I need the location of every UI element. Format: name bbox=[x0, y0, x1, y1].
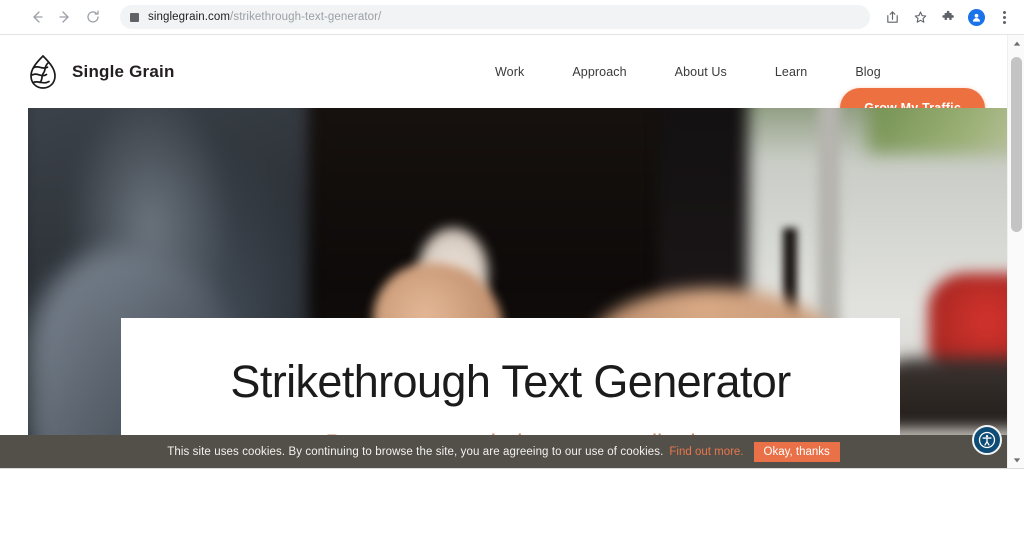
url-host: singlegrain.com bbox=[148, 11, 231, 23]
nav-item-about-us[interactable]: About Us bbox=[675, 59, 727, 85]
nav-item-work[interactable]: Work bbox=[495, 59, 524, 85]
reload-icon[interactable] bbox=[80, 4, 106, 30]
browser-window: singlegrain.com/strikethrough-text-gener… bbox=[0, 0, 1024, 546]
site-header: Single Grain Work Approach About Us Lear… bbox=[0, 35, 1007, 128]
cookie-consent-banner: This site uses cookies. By continuing to… bbox=[0, 435, 1007, 468]
page-title: Strikethrough Text Generator bbox=[230, 356, 791, 407]
url-text: singlegrain.com/strikethrough-text-gener… bbox=[148, 5, 381, 29]
share-icon[interactable] bbox=[880, 5, 904, 29]
address-bar[interactable]: singlegrain.com/strikethrough-text-gener… bbox=[120, 5, 870, 29]
cookie-accept-button[interactable]: Okay, thanks bbox=[753, 441, 840, 462]
navigation-buttons bbox=[24, 4, 106, 30]
nav-item-approach[interactable]: Approach bbox=[572, 59, 626, 85]
accessibility-widget-button[interactable] bbox=[972, 425, 1002, 455]
nav-item-blog[interactable]: Blog bbox=[855, 59, 880, 85]
brand-name: Single Grain bbox=[72, 61, 175, 81]
brand-logo-link[interactable]: Single Grain bbox=[28, 54, 175, 90]
scrollbar-up-arrow-icon[interactable] bbox=[1008, 35, 1024, 52]
forward-icon[interactable] bbox=[52, 4, 78, 30]
nav-item-learn[interactable]: Learn bbox=[775, 59, 807, 85]
scrollbar-thumb[interactable] bbox=[1011, 57, 1022, 232]
site-info-icon[interactable] bbox=[130, 12, 139, 22]
chrome-menu-icon[interactable] bbox=[992, 5, 1016, 29]
page-scrollbar[interactable] bbox=[1007, 35, 1024, 468]
cookie-find-out-more-link[interactable]: Find out more. bbox=[669, 446, 743, 458]
viewport-bottom-edge bbox=[0, 468, 1024, 469]
url-path: /strikethrough-text-generator/ bbox=[230, 11, 382, 23]
profile-avatar[interactable] bbox=[964, 5, 988, 29]
page-viewport: Single Grain Work Approach About Us Lear… bbox=[0, 35, 1024, 468]
cookie-message: This site uses cookies. By continuing to… bbox=[167, 445, 664, 458]
accessibility-person-icon bbox=[978, 431, 996, 449]
bookmark-star-icon[interactable] bbox=[908, 5, 932, 29]
browser-toolbar: singlegrain.com/strikethrough-text-gener… bbox=[0, 0, 1024, 35]
scrollbar-down-arrow-icon[interactable] bbox=[1008, 451, 1024, 468]
hero-section: Strikethrough Text Generator Paste your … bbox=[28, 108, 1007, 468]
toolbar-actions bbox=[880, 5, 1016, 29]
extensions-puzzle-icon[interactable] bbox=[936, 5, 960, 29]
single-grain-grain-logo-icon bbox=[28, 54, 58, 90]
back-icon[interactable] bbox=[24, 4, 50, 30]
site-navigation: Work Approach About Us Learn Blog bbox=[495, 35, 881, 108]
